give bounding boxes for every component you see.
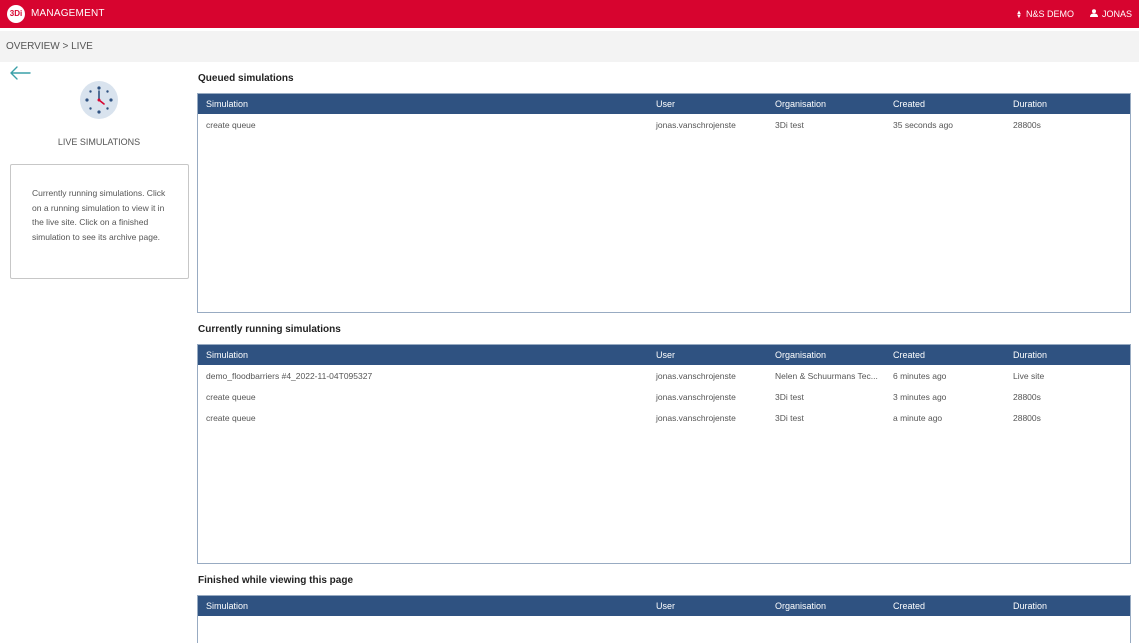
- cell-organisation: Nelen & Schuurmans Tec...: [775, 371, 878, 381]
- finished-table: Simulation User Organisation Created Dur…: [197, 595, 1131, 643]
- cell-organisation: 3Di test: [775, 392, 804, 402]
- cell-duration: Live site: [1013, 371, 1045, 381]
- cell-simulation: demo_floodbarriers #4_2022-11-04T095327: [206, 371, 373, 381]
- column-header-user: User: [656, 99, 676, 109]
- cell-created: a minute ago: [893, 413, 943, 423]
- table-row[interactable]: create queue jonas.vanschrojenste 3Di te…: [198, 386, 1130, 407]
- cell-organisation: 3Di test: [775, 413, 804, 423]
- info-box: Currently running simulations. Click on …: [10, 164, 189, 279]
- finished-section-title: Finished while viewing this page: [198, 575, 354, 586]
- column-header-created: Created: [893, 99, 926, 109]
- table-row[interactable]: demo_floodbarriers #4_2022-11-04T095327 …: [198, 365, 1130, 386]
- column-header-duration: Duration: [1013, 99, 1048, 109]
- column-header-created: Created: [893, 601, 926, 611]
- user-menu[interactable]: JONAS: [1090, 9, 1132, 20]
- table-row[interactable]: create queue jonas.vanschrojenste 3Di te…: [198, 407, 1130, 428]
- table-header: Simulation User Organisation Created Dur…: [198, 596, 1130, 616]
- cell-duration: 28800s: [1013, 392, 1041, 402]
- table-header: Simulation User Organisation Created Dur…: [198, 94, 1130, 114]
- column-header-simulation: Simulation: [206, 99, 249, 109]
- breadcrumb-bar: OVERVIEW > LIVE: [0, 31, 1139, 62]
- column-header-duration: Duration: [1013, 601, 1048, 611]
- person-icon: [1090, 9, 1098, 20]
- cell-created: 35 seconds ago: [893, 120, 954, 130]
- column-header-simulation: Simulation: [206, 350, 249, 360]
- running-section-title: Currently running simulations: [198, 324, 341, 335]
- cell-simulation: create queue: [206, 120, 256, 130]
- cell-created: 6 minutes ago: [893, 371, 947, 381]
- table-row[interactable]: create queue jonas.vanschrojenste 3Di te…: [198, 114, 1130, 135]
- column-header-organisation: Organisation: [775, 350, 827, 360]
- cell-simulation: create queue: [206, 413, 256, 423]
- app-title[interactable]: MANAGEMENT: [31, 8, 105, 20]
- organisation-switcher[interactable]: ▲ ▼ N&S DEMO: [1016, 9, 1074, 20]
- queued-table: Simulation User Organisation Created Dur…: [197, 93, 1131, 313]
- sidebar-title: LIVE SIMULATIONS: [57, 137, 141, 147]
- cell-user: jonas.vanschrojenste: [656, 371, 736, 381]
- column-header-organisation: Organisation: [775, 99, 827, 109]
- 3di-logo-icon[interactable]: 3Di: [7, 5, 25, 23]
- organisation-name: N&S DEMO: [1026, 9, 1075, 19]
- cell-simulation: create queue: [206, 392, 256, 402]
- cell-organisation: 3Di test: [775, 120, 804, 130]
- column-header-user: User: [656, 601, 676, 611]
- logo-text: 3Di: [9, 9, 23, 18]
- queued-section-title: Queued simulations: [198, 73, 294, 84]
- cell-user: jonas.vanschrojenste: [656, 392, 736, 402]
- updown-icon: ▲ ▼: [1016, 9, 1022, 20]
- cell-duration: 28800s: [1013, 413, 1041, 423]
- column-header-organisation: Organisation: [775, 601, 827, 611]
- arrow-left-icon[interactable]: [9, 65, 31, 81]
- cell-user: jonas.vanschrojenste: [656, 413, 736, 423]
- user-name: JONAS: [1102, 9, 1133, 19]
- column-header-duration: Duration: [1013, 350, 1048, 360]
- table-header: Simulation User Organisation Created Dur…: [198, 345, 1130, 365]
- clock-icon: [80, 81, 118, 119]
- breadcrumb[interactable]: OVERVIEW > LIVE: [6, 41, 93, 53]
- column-header-simulation: Simulation: [206, 601, 249, 611]
- column-header-user: User: [656, 350, 676, 360]
- top-navigation-bar: 3Di MANAGEMENT ▲ ▼ N&S DEMO JONAS: [0, 0, 1139, 28]
- running-table: Simulation User Organisation Created Dur…: [197, 344, 1131, 564]
- cell-user: jonas.vanschrojenste: [656, 120, 736, 130]
- cell-created: 3 minutes ago: [893, 392, 947, 402]
- cell-duration: 28800s: [1013, 120, 1041, 130]
- column-header-created: Created: [893, 350, 926, 360]
